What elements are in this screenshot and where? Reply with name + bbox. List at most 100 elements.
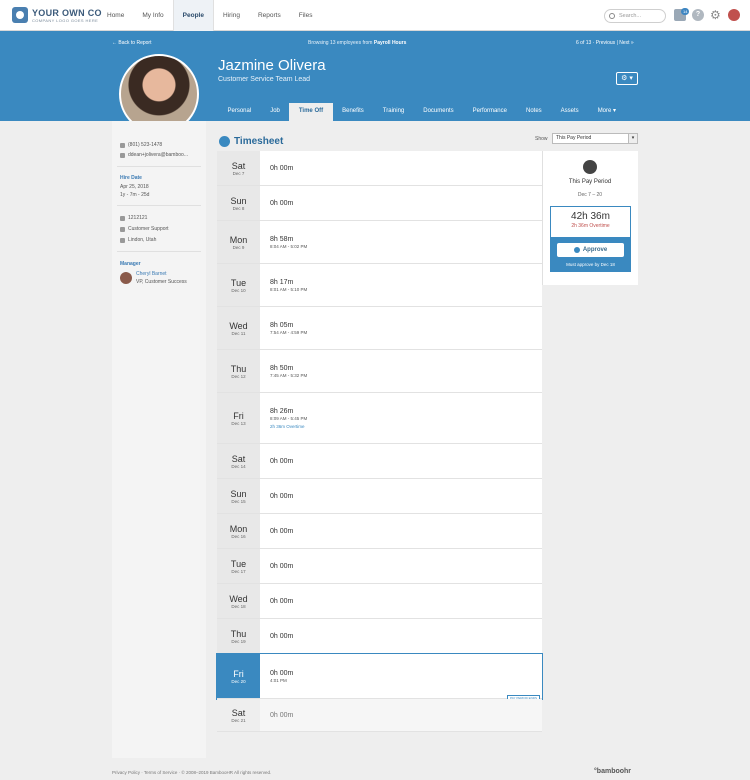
hours-cell[interactable]: 0h 00m <box>260 619 542 653</box>
hours-cell[interactable]: 0h 00m <box>260 151 542 185</box>
timesheet-row[interactable]: Sat Dec 21 0h 00m <box>217 699 542 732</box>
approve-label: Approve <box>582 247 608 253</box>
nav-reports[interactable]: Reports <box>249 0 290 31</box>
phone-row: (801) 523-1478 <box>120 142 162 148</box>
user-avatar[interactable] <box>728 9 740 21</box>
timesheet-row[interactable]: Sat Dec 7 0h 00m <box>217 151 542 186</box>
logo-tagline: COMPANY LOGO GOES HERE <box>32 17 99 23</box>
gear-icon[interactable]: ⚙ <box>710 9 722 21</box>
hours-cell[interactable]: 8h 17m 8:01 AM - 5:10 PM <box>260 264 542 306</box>
hours-cell[interactable]: 0h 00m <box>260 479 542 513</box>
nav-people[interactable]: People <box>172 0 214 31</box>
hours-cell[interactable]: 0h 00m <box>260 699 542 731</box>
timesheet-row[interactable]: Sat Dec 14 0h 00m <box>217 444 542 479</box>
day-name: Sun <box>230 488 247 499</box>
tab-performance[interactable]: Performance <box>463 103 516 121</box>
timesheet-row[interactable]: Mon Dec 16 0h 00m <box>217 514 542 549</box>
summary-total: 42h 36m <box>571 211 610 222</box>
email-text: ddean+jolivera@bamboo... <box>128 152 188 158</box>
hours-cell[interactable]: 0h 00m <box>260 514 542 548</box>
day-date: Dec 9 <box>232 244 245 250</box>
hire-date-label: Hire Date <box>120 175 142 181</box>
tab-assets[interactable]: Assets <box>551 103 588 121</box>
hours-cell[interactable]: 8h 50m 7:45 AM - 5:32 PM <box>260 350 542 392</box>
summary-total-box: 42h 36m 2h 36m Overtime <box>550 206 631 238</box>
search-input[interactable]: Search... <box>604 9 666 23</box>
nav-home[interactable]: Home <box>98 0 133 31</box>
timesheet-title: Timesheet <box>234 136 284 147</box>
hours-cell[interactable]: 0h 00m 4:01 PM <box>260 654 542 698</box>
browsing-prefix: Browsing 13 employees from <box>308 40 373 46</box>
day-name: Wed <box>229 593 248 604</box>
nav-hiring[interactable]: Hiring <box>214 0 249 31</box>
hours-cell[interactable]: 8h 58m 8:04 AM - 5:02 PM <box>260 221 542 263</box>
search-placeholder: Search... <box>619 13 642 19</box>
day-cell: Fri Dec 20 <box>217 654 260 698</box>
hours-total: 0h 00m <box>270 527 294 535</box>
approve-deadline: Must approve by Dec 18 <box>566 262 615 267</box>
hire-date: Apr 25, 2018 <box>120 184 149 190</box>
day-cell: Sun Dec 15 <box>217 479 260 513</box>
hours-cell[interactable]: 0h 00m <box>260 549 542 583</box>
day-name: Fri <box>233 668 244 679</box>
divider <box>117 205 201 206</box>
tab-job[interactable]: Job <box>261 103 290 121</box>
hours-total: 0h 00m <box>270 669 294 677</box>
approve-button[interactable]: Approve <box>557 243 624 257</box>
timesheet-row[interactable]: Wed Dec 11 8h 05m 7:54 AM - 4:59 PM <box>217 307 542 350</box>
day-name: Sat <box>231 453 246 464</box>
day-cell: Thu Dec 12 <box>217 350 260 392</box>
timesheet-row[interactable]: Fri Dec 13 8h 26m 8:09 AM - 5:45 PM 2h 36m O… <box>217 393 542 444</box>
tab-personal[interactable]: Personal <box>218 103 261 121</box>
hours-cell[interactable]: 8h 26m 8:09 AM - 5:45 PM 2h 36m Overtime <box>260 393 542 443</box>
day-name: Tue <box>230 277 247 288</box>
manager-name[interactable]: Cheryl Barnet <box>136 271 167 277</box>
browsing-source-link[interactable]: Payroll Hours <box>374 40 407 46</box>
day-name: Thu <box>230 363 247 374</box>
tab-notes[interactable]: Notes <box>516 103 551 121</box>
nav-my-info[interactable]: My Info <box>133 0 172 31</box>
pay-period-select[interactable]: This Pay Period ▾ <box>552 133 638 144</box>
hours-cell[interactable]: 8h 05m 7:54 AM - 4:59 PM <box>260 307 542 349</box>
hours-cell[interactable]: 0h 00m <box>260 186 542 220</box>
tab-training[interactable]: Training <box>373 103 413 121</box>
timesheet-row[interactable]: Thu Dec 19 0h 00m <box>217 619 542 654</box>
timesheet-row[interactable]: Mon Dec 9 8h 58m 8:04 AM - 5:02 PM <box>217 221 542 264</box>
help-icon[interactable]: ? <box>692 9 704 21</box>
timesheet-row[interactable]: Tue Dec 17 0h 00m <box>217 549 542 584</box>
settings-dropdown-button[interactable]: ⚙ ▾ <box>616 72 638 85</box>
timesheet-row[interactable]: Sun Dec 15 0h 00m <box>217 479 542 514</box>
hours-total: 0h 00m <box>270 492 294 500</box>
tenure: 1y - 7m - 25d <box>120 192 150 198</box>
footer-links[interactable]: Privacy Policy · Terms of Service · © 20… <box>112 770 271 775</box>
email-row[interactable]: ddean+jolivera@bamboo... <box>120 152 188 158</box>
hours-cell[interactable]: 0h 00m <box>260 444 542 478</box>
tab-time-off[interactable]: Time Off <box>289 103 333 121</box>
day-cell: Mon Dec 16 <box>217 514 260 548</box>
timesheet-row[interactable]: Sun Dec 8 0h 00m <box>217 186 542 221</box>
tab-documents[interactable]: Documents <box>414 103 463 121</box>
overtime-note: 2h 36m Overtime <box>270 423 305 429</box>
manager-avatar[interactable] <box>120 272 132 284</box>
pay-period-value: This Pay Period <box>556 135 592 141</box>
day-name: Wed <box>229 320 248 331</box>
timesheet-row[interactable]: Wed Dec 18 0h 00m <box>217 584 542 619</box>
timesheet-heading: Timesheet <box>219 136 283 147</box>
tab-benefits[interactable]: Benefits <box>333 103 374 121</box>
employee-pager[interactable]: 6 of 13 · Previous | Next » <box>576 40 634 46</box>
timesheet-row[interactable]: Tue Dec 10 8h 17m 8:01 AM - 5:10 PM <box>217 264 542 307</box>
hours-cell[interactable]: 0h 00m <box>260 584 542 618</box>
hours-total: 0h 00m <box>270 164 294 172</box>
hours-total: 0h 00m <box>270 711 294 719</box>
timesheet-row[interactable]: Fri Dec 20 0h 00m 4:01 PM PAY PERIOD ENDS <box>216 653 543 701</box>
timesheet-row[interactable]: Thu Dec 12 8h 50m 7:45 AM - 5:32 PM <box>217 350 542 393</box>
location-pin-icon <box>120 237 125 243</box>
day-cell: Sat Dec 14 <box>217 444 260 478</box>
nav-files[interactable]: Files <box>290 0 322 31</box>
company-logo[interactable]: YOUR OWN CO COMPANY LOGO GOES HERE <box>12 7 102 23</box>
back-to-report-link[interactable]: ← Back to Report <box>112 40 151 46</box>
tab-more[interactable]: More ▾ <box>588 103 625 121</box>
summary-dates: Dec 7 – 20 <box>577 192 603 198</box>
day-date: Dec 18 <box>231 603 246 609</box>
day-date: Dec 7 <box>232 170 245 176</box>
